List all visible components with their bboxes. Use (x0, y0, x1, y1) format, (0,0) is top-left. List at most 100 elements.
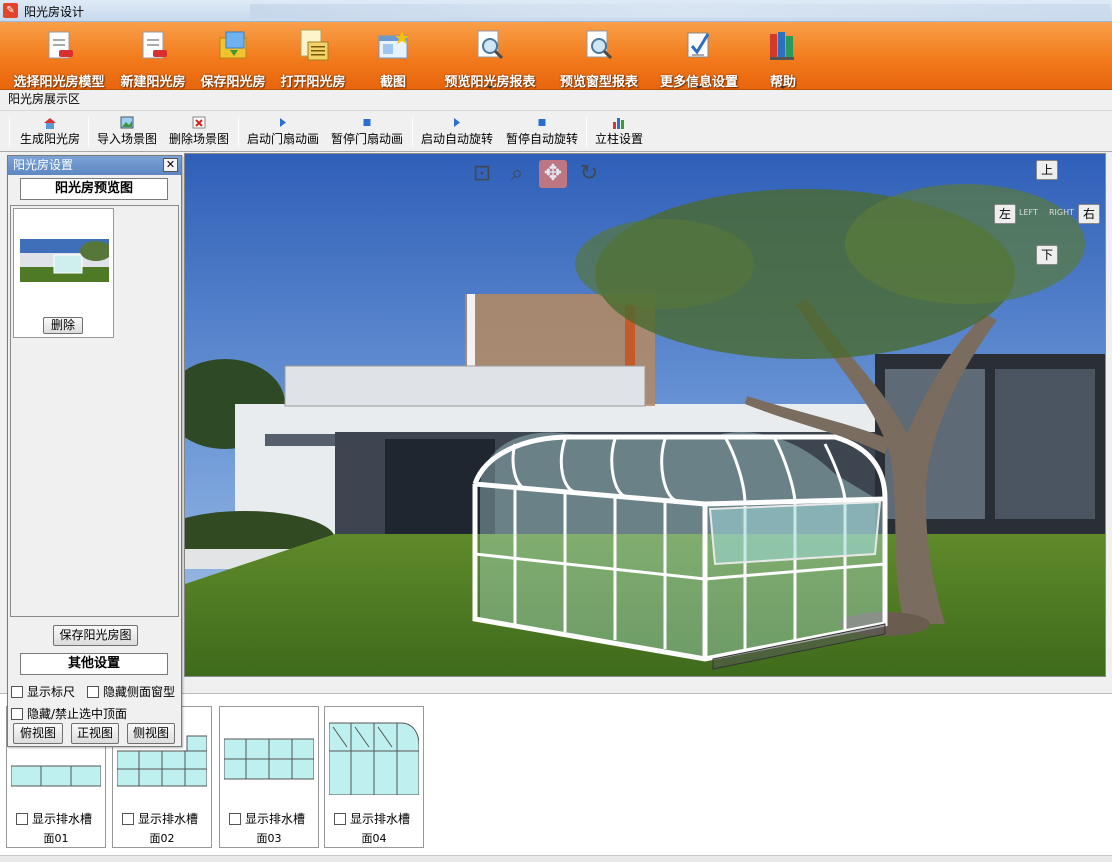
face-name: 面04 (361, 832, 387, 845)
start-auto-rotate-button[interactable]: 启动自动旋转 (418, 114, 496, 150)
preview-thumbnail (20, 239, 109, 282)
front-view-button[interactable]: 正视图 (71, 723, 119, 744)
hide-top-face-checkbox[interactable]: 隐藏/禁止选中顶面 (11, 705, 127, 722)
checkbox-box[interactable] (11, 708, 23, 720)
checkbox-box[interactable] (87, 686, 99, 698)
top-view-button[interactable]: 俯视图 (13, 723, 63, 744)
show-ruler-checkbox[interactable]: 显示标尺 (11, 683, 75, 700)
close-icon[interactable]: ✕ (163, 158, 178, 172)
delete-scene-button[interactable]: 删除场景图 (166, 114, 232, 150)
checkbox-box[interactable] (11, 686, 23, 698)
drain-checkbox[interactable]: 显示排水槽 (334, 810, 410, 827)
open-sunroom-button[interactable]: 打开阳光房 (274, 22, 352, 90)
new-sunroom-button[interactable]: 新建阳光房 (114, 22, 192, 90)
pause-door-animation-button[interactable]: 暂停门扇动画 (328, 114, 406, 150)
preview-sunroom-report-button[interactable]: 预览阳光房报表 (436, 22, 544, 90)
nav-right-button[interactable]: 右 (1078, 204, 1100, 224)
edit-settings-icon (687, 32, 710, 58)
nav-left-hint: LEFT (1019, 208, 1038, 217)
checkbox-label: 隐藏/禁止选中顶面 (27, 707, 128, 721)
window-title: 阳光房设计 (24, 5, 85, 19)
toolbar-separator (88, 117, 89, 147)
start-door-animation-button[interactable]: 启动门扇动画 (244, 114, 322, 150)
screenshot-icon (378, 31, 409, 59)
nav-right-hint: RIGHT (1049, 208, 1075, 217)
import-scene-button[interactable]: 导入场景图 (95, 114, 159, 150)
pan-icon[interactable]: ✥ (539, 160, 567, 188)
preview-item[interactable]: 删除 (13, 208, 114, 338)
dropdown-arrow-icon (487, 86, 493, 89)
toolbar-label: 暂停自动旋转 (505, 132, 578, 146)
toolbar-separator (9, 117, 10, 147)
document-new-icon (142, 31, 167, 59)
zoom-icon[interactable]: ⌕ (503, 160, 531, 188)
ribbon-label: 打开阳光房 (280, 75, 346, 90)
face-name: 面03 (256, 832, 282, 845)
main-ribbon: 选择阳光房模型 新建阳光房 保存阳光房 打开阳光房 截图 预览阳光房报表 预览窗… (0, 22, 1112, 90)
stop-icon (538, 119, 546, 126)
report-preview-icon (477, 30, 504, 60)
window-report-preview-icon (586, 30, 613, 60)
checkbox-box[interactable] (334, 813, 346, 825)
bottom-edge (0, 855, 1112, 862)
select-model-button[interactable]: 选择阳光房模型 (6, 22, 112, 90)
dropdown-arrow-icon (696, 86, 702, 89)
stop-icon (363, 119, 371, 126)
checkbox-box[interactable] (16, 813, 28, 825)
toolbar-label: 立柱设置 (594, 132, 643, 146)
more-settings-button[interactable]: 更多信息设置 (652, 22, 746, 90)
toolbar-label: 删除场景图 (168, 132, 229, 146)
hide-side-window-checkbox[interactable]: 隐藏侧面窗型 (87, 683, 175, 700)
toolbar-separator (586, 117, 587, 147)
checkbox-box[interactable] (229, 813, 241, 825)
nav-down-button[interactable]: 下 (1036, 245, 1058, 265)
save-sunroom-image-button[interactable]: 保存阳光房图 (53, 625, 138, 646)
face-name: 面01 (43, 832, 69, 845)
titlebar-background (250, 4, 1110, 18)
nav-up-button[interactable]: 上 (1036, 160, 1058, 180)
scene-image (185, 154, 1105, 676)
toolbar-label: 导入场景图 (96, 132, 157, 146)
delete-preview-button[interactable]: 删除 (43, 317, 83, 334)
preview-window-report-button[interactable]: 预览窗型报表 (552, 22, 646, 90)
display-area-label: 阳光房展示区 (8, 92, 81, 106)
toolbar-label: 暂停门扇动画 (330, 132, 403, 146)
display-toolbar: 生成阳光房 导入场景图 删除场景图 启动门扇动画 暂停门扇动画 启动自动旋转 暂… (0, 110, 1112, 152)
ribbon-label: 新建阳光房 (120, 75, 186, 90)
pause-auto-rotate-button[interactable]: 暂停自动旋转 (503, 114, 581, 150)
drain-checkbox[interactable]: 显示排水槽 (122, 810, 198, 827)
bar-chart-icon (613, 118, 624, 129)
checkbox-label: 隐藏侧面窗型 (103, 685, 176, 699)
face-card[interactable]: 显示排水槽 面04 (324, 706, 424, 848)
side-view-button[interactable]: 侧视图 (127, 723, 175, 744)
rotate-icon[interactable]: ↻ (575, 160, 603, 188)
play-icon (454, 118, 460, 127)
face-thumbnail (329, 722, 419, 795)
ribbon-label: 截图 (379, 75, 406, 90)
toolbar-label: 启动自动旋转 (420, 132, 493, 146)
nav-left-button[interactable]: 左 (994, 204, 1016, 224)
checkbox-label: 显示排水槽 (138, 812, 199, 826)
help-button[interactable]: 帮助 (754, 22, 812, 90)
save-sunroom-button[interactable]: 保存阳光房 (194, 22, 272, 90)
checkbox-label: 显示排水槽 (245, 812, 306, 826)
preview-header: 阳光房预览图 (20, 178, 168, 200)
folder-save-icon (219, 31, 247, 59)
import-image-icon (120, 116, 134, 129)
column-settings-button[interactable]: 立柱设置 (592, 114, 646, 150)
app-icon: ✎ (3, 3, 18, 18)
drain-checkbox[interactable]: 显示排水槽 (16, 810, 92, 827)
screenshot-button[interactable]: 截图 (362, 22, 424, 90)
generate-sunroom-button[interactable]: 生成阳光房 (17, 114, 83, 150)
dropdown-arrow-icon (780, 86, 786, 89)
zoom-window-icon[interactable]: ⊡ (468, 160, 496, 188)
generate-house-icon (44, 118, 56, 129)
drain-checkbox[interactable]: 显示排水槽 (229, 810, 305, 827)
face-card[interactable]: 显示排水槽 面03 (219, 706, 319, 848)
face-name: 面02 (149, 832, 175, 845)
checkbox-box[interactable] (122, 813, 134, 825)
document-open-icon (300, 29, 329, 61)
preview-list: 删除 (10, 205, 179, 617)
panel-title: 阳光房设置 (13, 158, 74, 172)
sunroom-3d-viewport[interactable]: ⊡ ⌕ ✥ ↻ 上 左 右 下 LEFT RIGHT (184, 153, 1106, 677)
